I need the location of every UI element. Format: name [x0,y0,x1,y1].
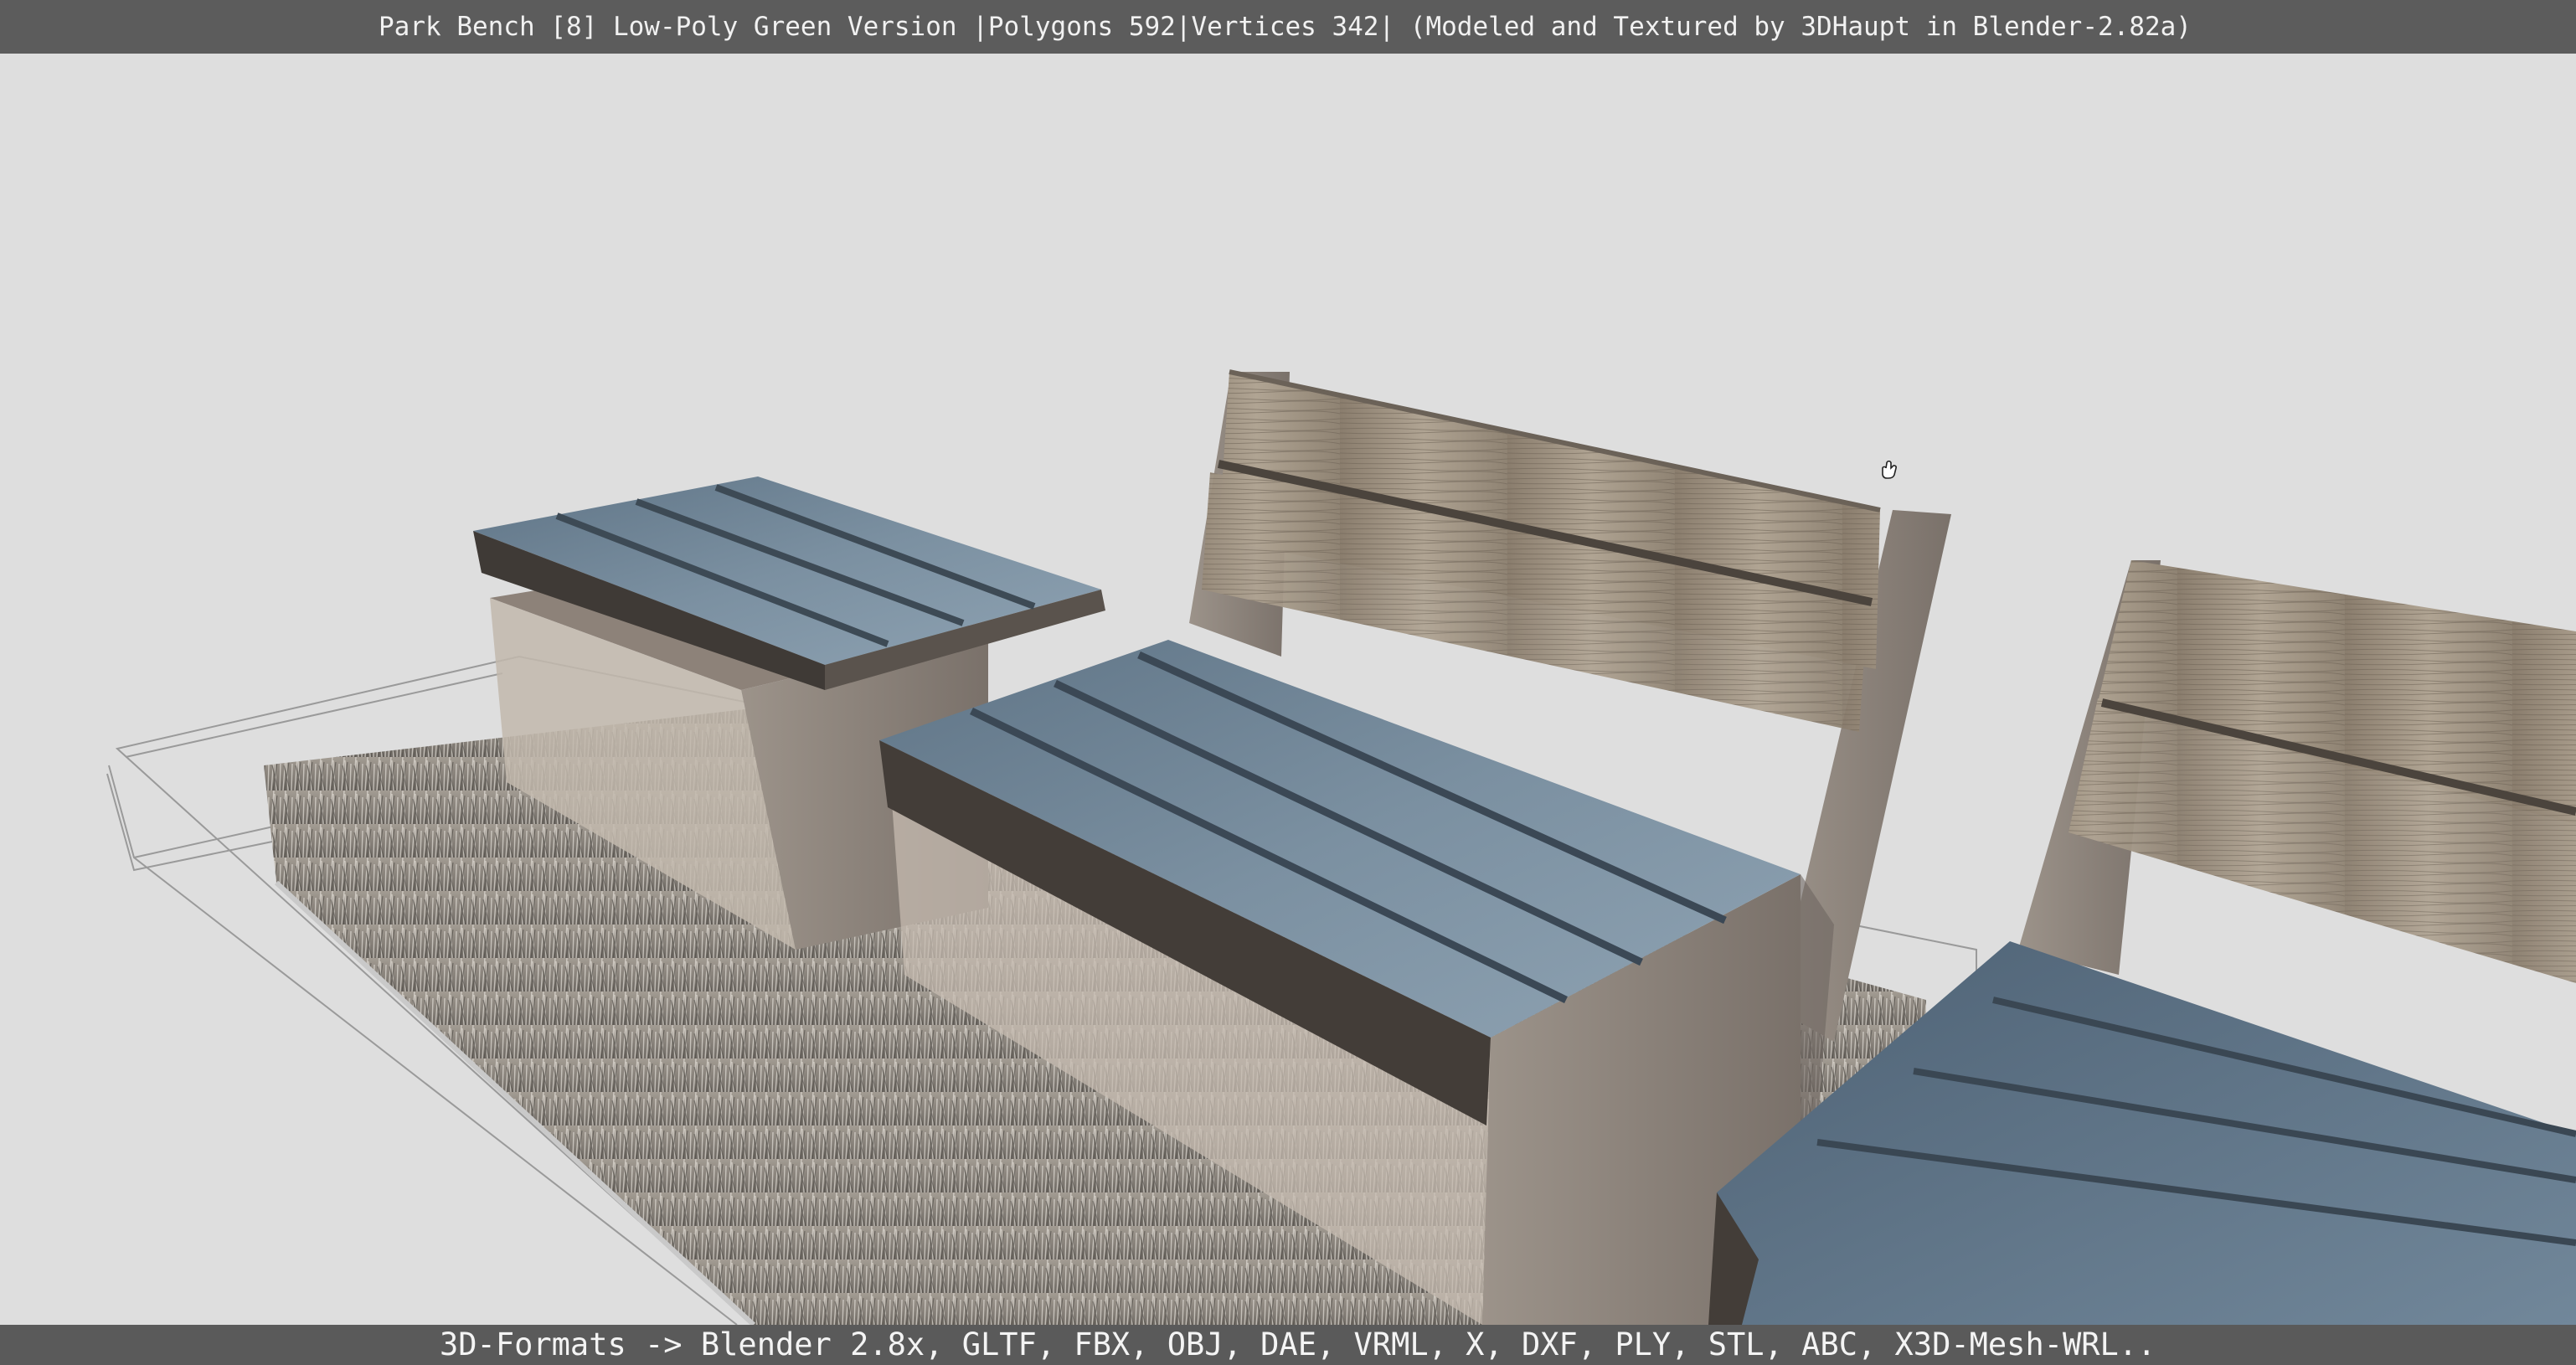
scene-render [106,369,2576,1325]
3d-viewport[interactable] [0,54,2576,1325]
formats-text: 3D-Formats -> Blender 2.8x, GLTF, FBX, O… [440,1326,2156,1362]
window-title: Park Bench [8] Low-Poly Green Version |P… [379,12,2192,42]
app-window: Park Bench [8] Low-Poly Green Version |P… [0,0,2576,1365]
formats-bar: 3D-Formats -> Blender 2.8x, GLTF, FBX, O… [0,1325,2576,1365]
title-bar: Park Bench [8] Low-Poly Green Version |P… [0,0,2576,54]
hand-cursor-icon [1882,460,1897,479]
